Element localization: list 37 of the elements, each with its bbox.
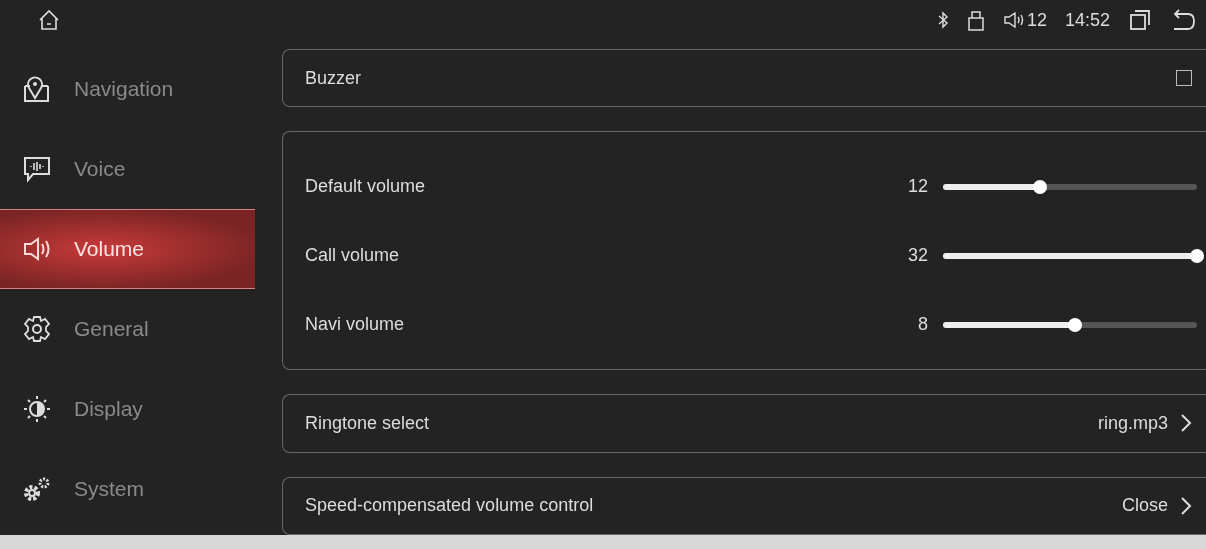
slider-value: 8 bbox=[917, 314, 928, 336]
sidebar-item[interactable]: Navigation bbox=[0, 49, 255, 129]
chevron-right-icon bbox=[1180, 413, 1192, 434]
chevron-right-icon bbox=[1180, 495, 1192, 516]
checkbox[interactable] bbox=[1176, 70, 1192, 87]
settings-card[interactable]: Ringtone select ring.mp3 bbox=[282, 394, 1206, 453]
setting-value: ring.mp3 bbox=[1097, 413, 1168, 434]
setting-label: Default volume bbox=[305, 176, 427, 198]
recent-apps-icon[interactable] bbox=[1128, 8, 1152, 32]
slider-thumb[interactable] bbox=[1032, 179, 1047, 194]
sidebar-item[interactable]: General bbox=[0, 289, 255, 369]
volume-level: 12 bbox=[1026, 9, 1047, 31]
home-icon[interactable] bbox=[38, 9, 60, 31]
sidebar-item[interactable]: Voice bbox=[0, 129, 255, 209]
setting-value: Close bbox=[1121, 495, 1168, 517]
setting-label: Ringtone select bbox=[305, 413, 431, 434]
setting-label: Navi volume bbox=[305, 314, 406, 336]
clock: 14:52 bbox=[1064, 9, 1110, 31]
sidebar-item[interactable]: System bbox=[0, 449, 255, 529]
voice-message-icon bbox=[22, 154, 52, 184]
setting-label: Speed-compensated volume control bbox=[305, 495, 595, 517]
setting-label: Call volume bbox=[305, 245, 401, 267]
brightness-icon bbox=[22, 394, 52, 424]
bluetooth-icon bbox=[936, 11, 949, 29]
sidebar-item[interactable]: Display bbox=[0, 369, 255, 449]
speaker-icon bbox=[1002, 11, 1025, 29]
slider-thumb[interactable] bbox=[1068, 317, 1083, 332]
speaker-icon bbox=[22, 234, 52, 264]
settings-icon bbox=[22, 314, 52, 344]
slider-value: 32 bbox=[906, 245, 928, 267]
settings-card[interactable]: Buzzer bbox=[282, 49, 1206, 108]
settings-card[interactable]: Speed-compensated volume control Close bbox=[282, 476, 1206, 535]
slider-thumb[interactable] bbox=[1190, 248, 1204, 263]
sidebar-item[interactable]: Volume bbox=[0, 209, 255, 289]
map-pin-icon bbox=[22, 74, 52, 104]
slider-value: 12 bbox=[906, 176, 928, 198]
setting-label: Buzzer bbox=[305, 67, 363, 89]
